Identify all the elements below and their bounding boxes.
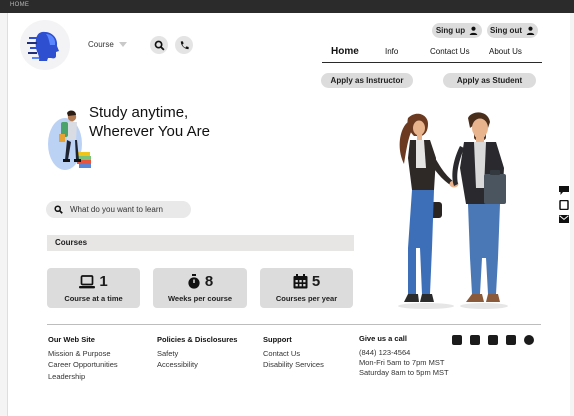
nav-contact-us[interactable]: Contact Us bbox=[430, 47, 470, 56]
footer-link-safety[interactable]: Safety bbox=[157, 348, 237, 360]
hero-title: Study anytime, Wherever You Are bbox=[89, 103, 289, 141]
footer-hours-weekday: Mon-Fri 5am to 7pm MST bbox=[359, 358, 445, 367]
course-dropdown[interactable]: Course bbox=[88, 40, 127, 49]
linkedin-icon[interactable] bbox=[470, 335, 480, 345]
chevron-down-icon bbox=[118, 42, 127, 47]
hero-title-line-2: Wherever You Are bbox=[89, 123, 210, 140]
contact-card-icon[interactable] bbox=[452, 335, 462, 345]
search-icon bbox=[54, 205, 63, 214]
footer-col-support: Support Contact Us Disability Services bbox=[263, 334, 324, 371]
footer-link-leadership[interactable]: Leadership bbox=[48, 371, 118, 383]
youtube-icon[interactable] bbox=[506, 335, 516, 345]
right-frame bbox=[570, 13, 574, 416]
handshake-illustration bbox=[398, 112, 508, 309]
footer-heading: Give us a call bbox=[359, 334, 407, 343]
search-button[interactable] bbox=[150, 36, 168, 54]
user-icon bbox=[526, 26, 535, 35]
footer-col-call: Give us a call (844) 123-4564 Mon-Fri 5a… bbox=[359, 334, 449, 378]
nav-home[interactable]: Home bbox=[331, 46, 359, 57]
footer-heading: Our Web Site bbox=[48, 335, 95, 344]
sign-up-button[interactable]: Sing up bbox=[432, 23, 482, 38]
apply-student-button[interactable]: Apply as Student bbox=[443, 73, 536, 88]
footer-link-careers[interactable]: Career Opportunities bbox=[48, 359, 118, 371]
footer-link-disability[interactable]: Disability Services bbox=[263, 359, 324, 371]
laptop-icon bbox=[79, 274, 96, 288]
mail-icon[interactable] bbox=[559, 215, 569, 223]
footer-heading: Policies & Disclosures bbox=[157, 335, 238, 344]
stat-value: 1 bbox=[99, 272, 108, 290]
stat-value: 8 bbox=[204, 272, 214, 290]
footer-col-website: Our Web Site Mission & Purpose Career Op… bbox=[48, 334, 118, 382]
sign-up-label: Sing up bbox=[435, 26, 466, 35]
nav-underline bbox=[322, 62, 542, 63]
sign-out-label: Sing out bbox=[490, 26, 522, 35]
chat-icon[interactable] bbox=[559, 186, 569, 195]
footer-col-policies: Policies & Disclosures Safety Accessibil… bbox=[157, 334, 237, 371]
phone-icon bbox=[180, 40, 189, 49]
apply-instructor-button[interactable]: Apply as Instructor bbox=[321, 73, 413, 88]
nav-info[interactable]: Info bbox=[385, 47, 398, 56]
stat-label: Course at a time bbox=[64, 293, 123, 303]
footer-divider bbox=[47, 324, 541, 325]
stat-card-courses-per-year: 5 Courses per year bbox=[260, 268, 353, 308]
skype-icon[interactable] bbox=[524, 335, 534, 345]
side-icon-bar bbox=[559, 186, 569, 223]
footer-link-accessibility[interactable]: Accessibility bbox=[157, 359, 237, 371]
search-icon bbox=[154, 40, 165, 51]
user-icon bbox=[469, 26, 478, 35]
course-search-bar[interactable] bbox=[46, 201, 191, 218]
footer-hours-saturday: Saturday 8am to 5pm MST bbox=[359, 368, 449, 377]
stopwatch-icon bbox=[188, 274, 200, 289]
course-search-input[interactable] bbox=[70, 205, 188, 214]
tablet-icon[interactable] bbox=[559, 200, 569, 210]
calendar-icon bbox=[293, 274, 308, 289]
footer-heading: Support bbox=[263, 335, 292, 344]
window-title: HOME bbox=[10, 2, 30, 8]
stat-card-weeks-per-course: 8 Weeks per course bbox=[153, 268, 247, 308]
stat-label: Weeks per course bbox=[167, 293, 233, 303]
hero-title-line-1: Study anytime, bbox=[89, 104, 189, 121]
call-button[interactable] bbox=[175, 36, 193, 54]
footer-phone-number: (844) 123-4564 bbox=[359, 348, 411, 357]
footer-link-contact[interactable]: Contact Us bbox=[263, 348, 324, 360]
stat-label: Courses per year bbox=[275, 293, 338, 303]
nav-about-us[interactable]: About Us bbox=[489, 47, 522, 56]
sign-out-button[interactable]: Sing out bbox=[487, 23, 538, 38]
phone-icon[interactable] bbox=[488, 335, 498, 345]
left-frame bbox=[0, 13, 8, 416]
stat-value: 5 bbox=[311, 272, 321, 290]
courses-heading: Courses bbox=[47, 235, 354, 251]
logo-head-icon bbox=[27, 31, 59, 61]
course-dropdown-label: Course bbox=[88, 40, 114, 49]
social-links bbox=[452, 335, 534, 345]
window-titlebar: HOME bbox=[0, 0, 574, 13]
site-logo[interactable] bbox=[20, 20, 70, 70]
footer-link-mission[interactable]: Mission & Purpose bbox=[48, 348, 118, 360]
stat-card-courses-at-a-time: 1 Course at a time bbox=[47, 268, 140, 308]
